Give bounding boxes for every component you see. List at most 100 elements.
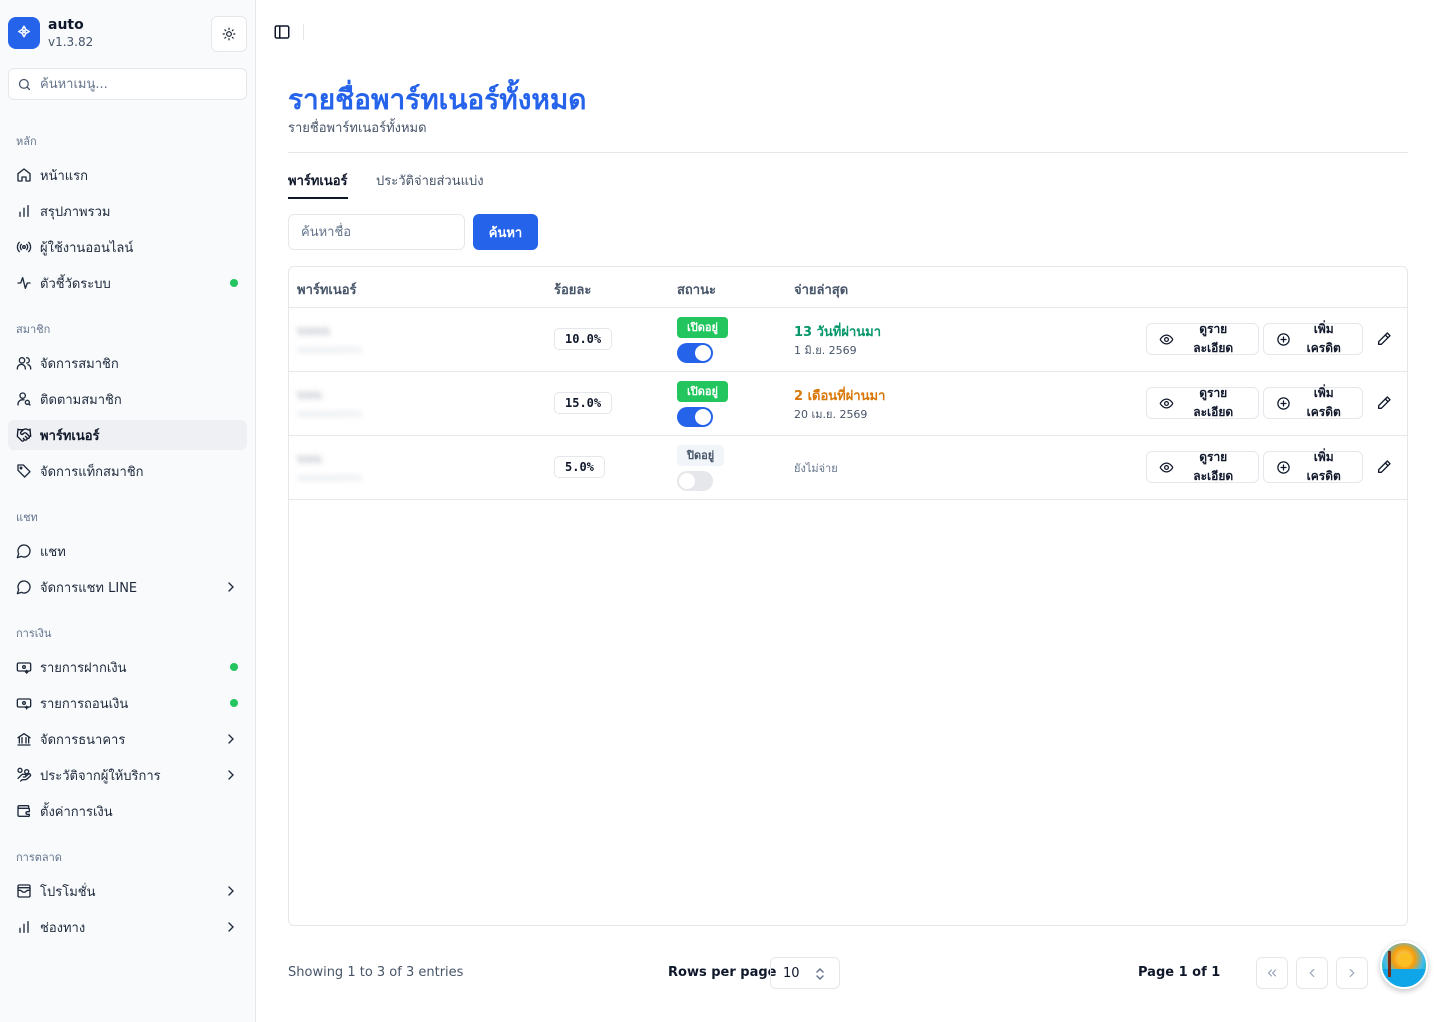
section-label-main: หลัก	[16, 135, 37, 148]
add-credit-button[interactable]: เพิ่มเครดิต	[1263, 322, 1363, 355]
sidebar-item-label: ตั้งค่าการเงิน	[40, 804, 113, 820]
bar-chart-icon	[16, 203, 32, 219]
sidebar-item-label: ตัวชี้วัดระบบ	[40, 276, 111, 292]
view-details-button[interactable]: ดูรายละเอียด	[1146, 386, 1259, 419]
status-dot	[230, 663, 238, 671]
edit-button[interactable]	[1374, 329, 1394, 349]
sidebar-item-label: ผู้ใช้งานออนไลน์	[40, 240, 134, 256]
sun-icon	[222, 27, 236, 41]
sidebar-item-system-metrics[interactable]: ตัวชี้วัดระบบ	[8, 268, 247, 298]
section-label-marketing: การตลาด	[16, 851, 62, 864]
column-header-status[interactable]: สถานะ	[677, 279, 716, 300]
chevron-right-icon	[228, 734, 234, 744]
sidebar-item-label: ประวัติจากผู้ให้บริการ	[40, 768, 161, 784]
next-page-button[interactable]	[1336, 957, 1368, 989]
status-toggle[interactable]	[677, 471, 713, 491]
sidebar-item-provider-history[interactable]: ประวัติจากผู้ให้บริการ	[8, 760, 247, 790]
sidebar-item-overview[interactable]: สรุปภาพรวม	[8, 196, 247, 226]
sidebar-item-member-tags[interactable]: จัดการแท็กสมาชิก	[8, 456, 247, 486]
cash-out-icon	[16, 695, 32, 711]
status-toggle[interactable]	[677, 407, 713, 427]
plus-circle-icon	[1276, 395, 1292, 411]
search-button[interactable]: ค้นหา	[473, 214, 538, 250]
last-paid-date: 1 มิ.ย. 2569	[794, 344, 857, 357]
broadcast-icon	[16, 239, 32, 255]
sidebar-item-finance-settings[interactable]: ตั้งค่าการเงิน	[8, 796, 247, 826]
sidebar-item-label: จัดการแท็กสมาชิก	[40, 464, 144, 480]
sidebar-item-line-chat[interactable]: จัดการแชท LINE	[8, 572, 247, 602]
table-row: ขขข xxxxxxxxxx 5.0% ปิดอยู่ ยังไม่จ่าย ด…	[289, 436, 1407, 500]
sidebar-item-online-users[interactable]: ผู้ใช้งานออนไลน์	[8, 232, 247, 262]
page-subtitle: รายชื่อพาร์ทเนอร์ทั้งหมด	[288, 121, 427, 136]
section-label-members: สมาชิก	[16, 323, 51, 336]
column-header-percent[interactable]: ร้อยละ	[554, 279, 591, 300]
chevrons-up-down-icon	[816, 967, 824, 981]
theme-toggle-button[interactable]	[211, 16, 247, 52]
wallet-icon	[16, 803, 32, 819]
hand-coins-icon	[16, 767, 32, 783]
sidebar-item-label: จัดการธนาคาร	[40, 732, 126, 748]
status-badge: ปิดอยู่	[677, 445, 725, 466]
sidebar-item-label: ติดตามสมาชิก	[40, 392, 122, 408]
sidebar-toggle-button[interactable]	[272, 22, 292, 42]
sidebar-item-label: โปรโมชั่น	[40, 884, 96, 900]
view-details-button[interactable]: ดูรายละเอียด	[1146, 450, 1259, 483]
tab-partners[interactable]: พาร์ทเนอร์	[288, 170, 348, 199]
name-search-input[interactable]	[288, 214, 465, 250]
rows-per-page-label: Rows per page	[668, 965, 777, 980]
sidebar: auto v1.3.82 หลัก หน้าแรก สรุปภาพรวม ผู้…	[0, 0, 256, 1022]
section-label-chat: แชท	[16, 511, 38, 524]
add-credit-button[interactable]: เพิ่มเครดิต	[1263, 386, 1363, 419]
view-details-button[interactable]: ดูรายละเอียด	[1146, 322, 1259, 355]
toggle-knob	[679, 473, 695, 489]
activity-icon	[16, 275, 32, 291]
sidebar-item-home[interactable]: หน้าแรก	[8, 160, 247, 190]
pencil-icon	[1378, 332, 1391, 345]
brand-logo-icon	[8, 17, 40, 49]
add-credit-label: เพิ่มเครดิต	[1306, 450, 1341, 483]
add-credit-button[interactable]: เพิ่มเครดิต	[1263, 450, 1363, 483]
floating-assistant-avatar[interactable]	[1380, 941, 1428, 989]
sidebar-item-deposits[interactable]: รายการฝากเงิน	[8, 652, 247, 682]
partner-name: ขขข	[297, 452, 322, 466]
tab-payout-history[interactable]: ประวัติจ่ายส่วนแบ่ง	[376, 170, 484, 199]
first-page-button[interactable]	[1256, 957, 1288, 989]
sidebar-item-chat[interactable]: แชท	[8, 536, 247, 566]
sidebar-item-label: รายการถอนเงิน	[40, 696, 129, 712]
handshake-icon	[16, 427, 32, 443]
chevron-right-icon	[1349, 968, 1355, 978]
menu-search[interactable]	[8, 68, 247, 100]
edit-button[interactable]	[1374, 457, 1394, 477]
partner-username: xxxxxxxxxx	[297, 407, 363, 420]
percent-badge: 15.0%	[554, 392, 613, 414]
menu-search-input[interactable]	[40, 76, 230, 92]
chevron-right-icon	[228, 582, 234, 592]
status-dot	[230, 699, 238, 707]
status-badge: เปิดอยู่	[677, 381, 728, 402]
sidebar-item-banks[interactable]: จัดการธนาคาร	[8, 724, 247, 754]
search-icon	[18, 78, 31, 90]
chevron-right-icon	[228, 770, 234, 780]
status-toggle[interactable]	[677, 343, 713, 363]
rows-per-page-select[interactable]: 10	[770, 957, 840, 989]
user-search-icon	[16, 391, 32, 407]
message-circle-icon	[16, 579, 32, 595]
column-header-partner[interactable]: พาร์ทเนอร์	[297, 279, 357, 300]
partner-username: xxxxxxxxxx	[297, 343, 363, 356]
chevron-right-icon	[228, 886, 234, 896]
pencil-icon	[1378, 460, 1391, 473]
plus-circle-icon	[1276, 459, 1292, 475]
sidebar-item-track-members[interactable]: ติดตามสมาชิก	[8, 384, 247, 414]
topbar-divider	[303, 24, 304, 40]
view-details-label: ดูรายละเอียด	[1193, 450, 1234, 483]
edit-button[interactable]	[1374, 393, 1394, 413]
sidebar-item-channels[interactable]: ช่องทาง	[8, 912, 247, 942]
sidebar-item-manage-members[interactable]: จัดการสมาชิก	[8, 348, 247, 378]
sidebar-item-partners[interactable]: พาร์ทเนอร์	[8, 420, 247, 450]
column-header-last-paid[interactable]: จ่ายล่าสุด	[794, 279, 848, 300]
sidebar-item-label: ช่องทาง	[40, 920, 86, 936]
sidebar-item-promotions[interactable]: โปรโมชั่น	[8, 876, 247, 906]
previous-page-button[interactable]	[1296, 957, 1328, 989]
chevron-left-icon	[1309, 968, 1315, 978]
sidebar-item-withdrawals[interactable]: รายการถอนเงิน	[8, 688, 247, 718]
